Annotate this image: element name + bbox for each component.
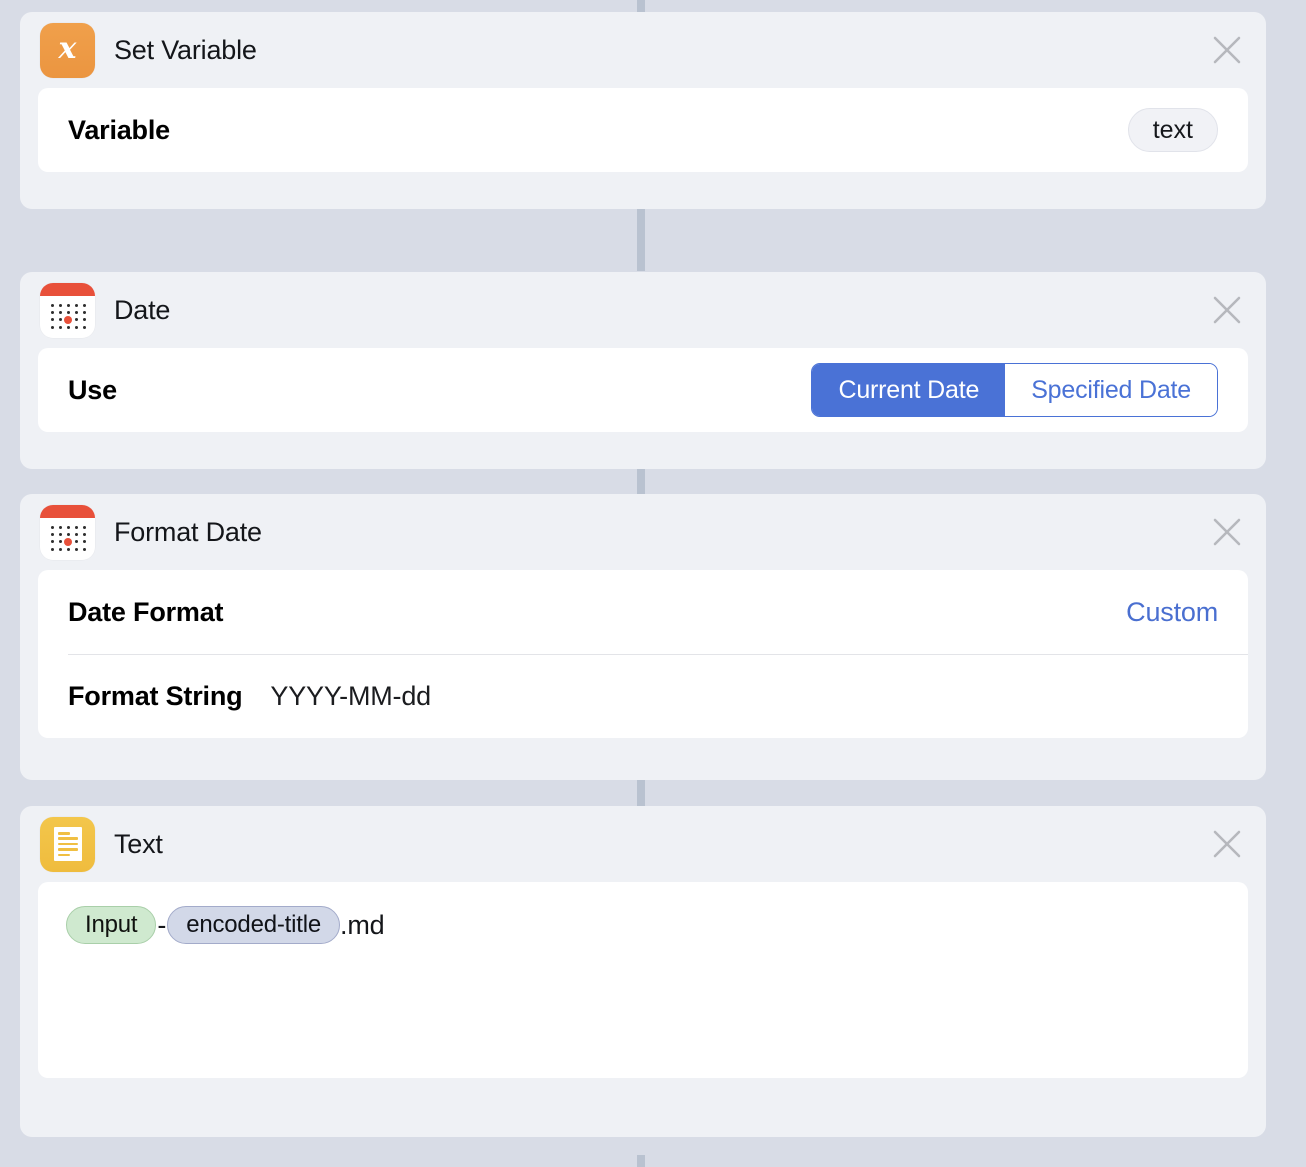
- calendar-icon-header: [40, 504, 95, 518]
- text-token-line: Input - encoded-title .md: [66, 906, 1220, 944]
- row-variable[interactable]: Variable text: [38, 88, 1248, 172]
- card-panel: Use Current Date Specified Date: [38, 348, 1248, 432]
- connector-date-formatdate: [637, 468, 645, 494]
- card-title: Date: [114, 294, 171, 325]
- segment-specified-date[interactable]: Specified Date: [1005, 364, 1217, 416]
- text-input-area[interactable]: Input - encoded-title .md: [38, 882, 1248, 1078]
- row-label: Use: [68, 374, 117, 405]
- card-title: Text: [114, 828, 163, 859]
- row-label: Variable: [68, 114, 170, 145]
- close-icon[interactable]: [1208, 513, 1246, 551]
- row-date-format[interactable]: Date Format Custom: [38, 570, 1248, 654]
- connector-bottom: [637, 1155, 645, 1167]
- action-card-text[interactable]: Text Input - encoded-title .md: [20, 806, 1266, 1137]
- calendar-icon-header: [40, 282, 95, 296]
- token-separator: -: [157, 909, 167, 940]
- card-header: Date: [20, 272, 1266, 348]
- row-format-string[interactable]: Format String YYYY-MM-dd: [38, 654, 1248, 738]
- token-input[interactable]: Input: [66, 906, 157, 944]
- x-variable-glyph: x: [58, 31, 77, 66]
- calendar-icon-grid: [48, 524, 88, 553]
- connector-setvariable-date: [637, 209, 645, 271]
- close-icon[interactable]: [1208, 31, 1246, 69]
- action-card-format-date[interactable]: Format Date Date Format Custom Format St…: [20, 494, 1266, 780]
- close-icon[interactable]: [1208, 291, 1246, 329]
- card-panel: Input - encoded-title .md: [38, 882, 1248, 1078]
- document-icon-page: [53, 827, 82, 861]
- calendar-icon-grid: [48, 302, 88, 331]
- format-string-value[interactable]: YYYY-MM-dd: [270, 681, 431, 712]
- token-encoded-title[interactable]: encoded-title: [167, 906, 341, 944]
- card-title: Set Variable: [114, 34, 257, 65]
- connector-formatdate-text: [637, 780, 645, 806]
- use-date-segmented-control[interactable]: Current Date Specified Date: [811, 363, 1218, 417]
- card-panel: Date Format Custom Format String YYYY-MM…: [38, 570, 1248, 738]
- calendar-icon: [40, 504, 95, 560]
- row-label: Format String: [68, 680, 243, 711]
- row-use: Use Current Date Specified Date: [38, 348, 1248, 432]
- card-title: Format Date: [114, 516, 262, 547]
- document-icon: [40, 816, 95, 872]
- segment-current-date[interactable]: Current Date: [812, 364, 1006, 416]
- card-header: Text: [20, 806, 1266, 882]
- action-card-date[interactable]: Date Use Current Date Specified Date: [20, 272, 1266, 469]
- variable-value-pill[interactable]: text: [1127, 108, 1218, 152]
- card-panel: Variable text: [38, 88, 1248, 172]
- x-variable-icon: x: [40, 22, 95, 78]
- card-header: x Set Variable: [20, 12, 1266, 88]
- date-format-value[interactable]: Custom: [1126, 597, 1218, 628]
- row-label: Date Format: [68, 596, 224, 627]
- calendar-icon: [40, 282, 95, 338]
- close-icon[interactable]: [1208, 825, 1246, 863]
- card-header: Format Date: [20, 494, 1266, 570]
- action-card-set-variable[interactable]: x Set Variable Variable text: [20, 12, 1266, 209]
- text-suffix: .md: [340, 909, 385, 940]
